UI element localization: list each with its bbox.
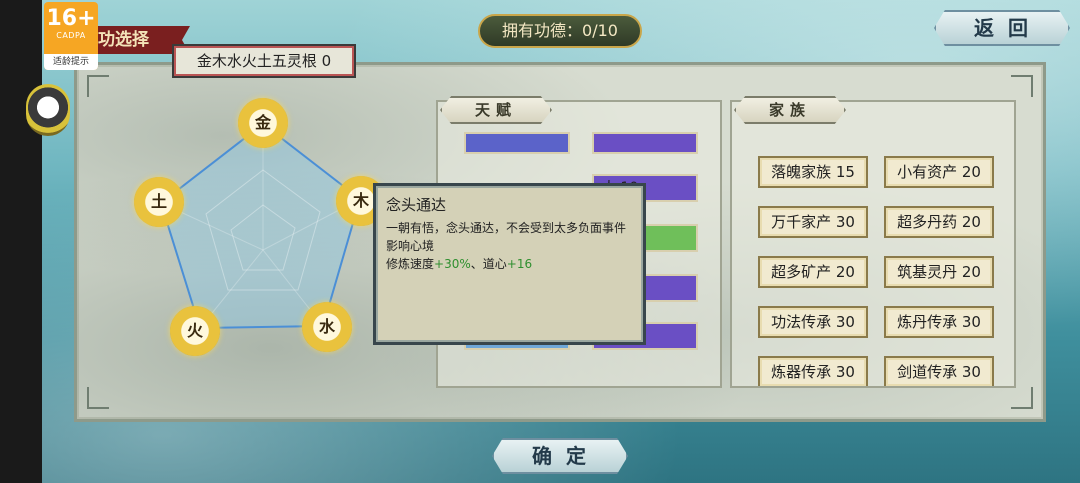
family-header: 家族	[734, 96, 846, 124]
element-fire-node[interactable]: 火	[170, 306, 220, 356]
element-water-node[interactable]: 水	[302, 302, 352, 352]
talent-card[interactable]	[464, 132, 570, 154]
family-item[interactable]: 万千家产 30	[758, 206, 868, 238]
age-org: CADPA	[56, 31, 86, 40]
family-panel: 落魄家族 15 小有资产 20 万千家产 30 超多丹药 20 超多矿产 20 …	[730, 100, 1016, 388]
talent-tooltip: 念头通达 一朝有悟，念头通达，不会受到太多负面事件影响心境 修炼速度+30%、道…	[373, 183, 646, 345]
spirit-root-label: 金木水火土五灵根 0	[172, 44, 356, 78]
family-item[interactable]: 超多矿产 20	[758, 256, 868, 288]
effect-sep: 、道心	[470, 257, 507, 271]
floating-assistant-icon[interactable]	[26, 84, 70, 136]
corner-ornament	[87, 75, 109, 97]
speed-bonus: +30%	[434, 257, 471, 271]
age-rating-badge: 16+ CADPA 适龄提示	[44, 2, 98, 70]
corner-ornament	[1011, 75, 1033, 97]
element-metal-node[interactable]: 金	[238, 98, 288, 148]
family-item[interactable]: 筑基灵丹 20	[884, 256, 994, 288]
tooltip-description: 一朝有悟，念头通达，不会受到太多负面事件影响心境	[386, 221, 627, 253]
dao-bonus: +16	[506, 257, 533, 271]
effect-label: 修炼速度	[386, 257, 435, 271]
corner-ornament	[87, 387, 109, 409]
family-item[interactable]: 炼器传承 30	[758, 356, 868, 386]
back-button[interactable]: 返回	[934, 10, 1070, 46]
tooltip-title: 念头通达	[386, 196, 447, 214]
talent-header: 天赋	[440, 96, 552, 124]
tooltip-effect: 修炼速度+30%、道心+16	[386, 255, 633, 273]
corner-ornament	[1011, 387, 1033, 409]
family-item[interactable]: 功法传承 30	[758, 306, 868, 338]
family-item[interactable]: 剑道传承 30	[884, 356, 994, 386]
element-earth-node[interactable]: 土	[134, 177, 184, 227]
talent-card[interactable]	[592, 132, 698, 154]
left-edge	[0, 0, 42, 483]
family-item[interactable]: 超多丹药 20	[884, 206, 994, 238]
family-item[interactable]: 小有资产 20	[884, 156, 994, 188]
family-item[interactable]: 炼丹传承 30	[884, 306, 994, 338]
family-item[interactable]: 落魄家族 15	[758, 156, 868, 188]
confirm-button[interactable]: 确定	[492, 438, 628, 474]
age-rating: 16+	[46, 6, 96, 31]
age-note: 适龄提示	[44, 54, 98, 70]
merit-counter: 拥有功德：0/10	[478, 14, 642, 48]
